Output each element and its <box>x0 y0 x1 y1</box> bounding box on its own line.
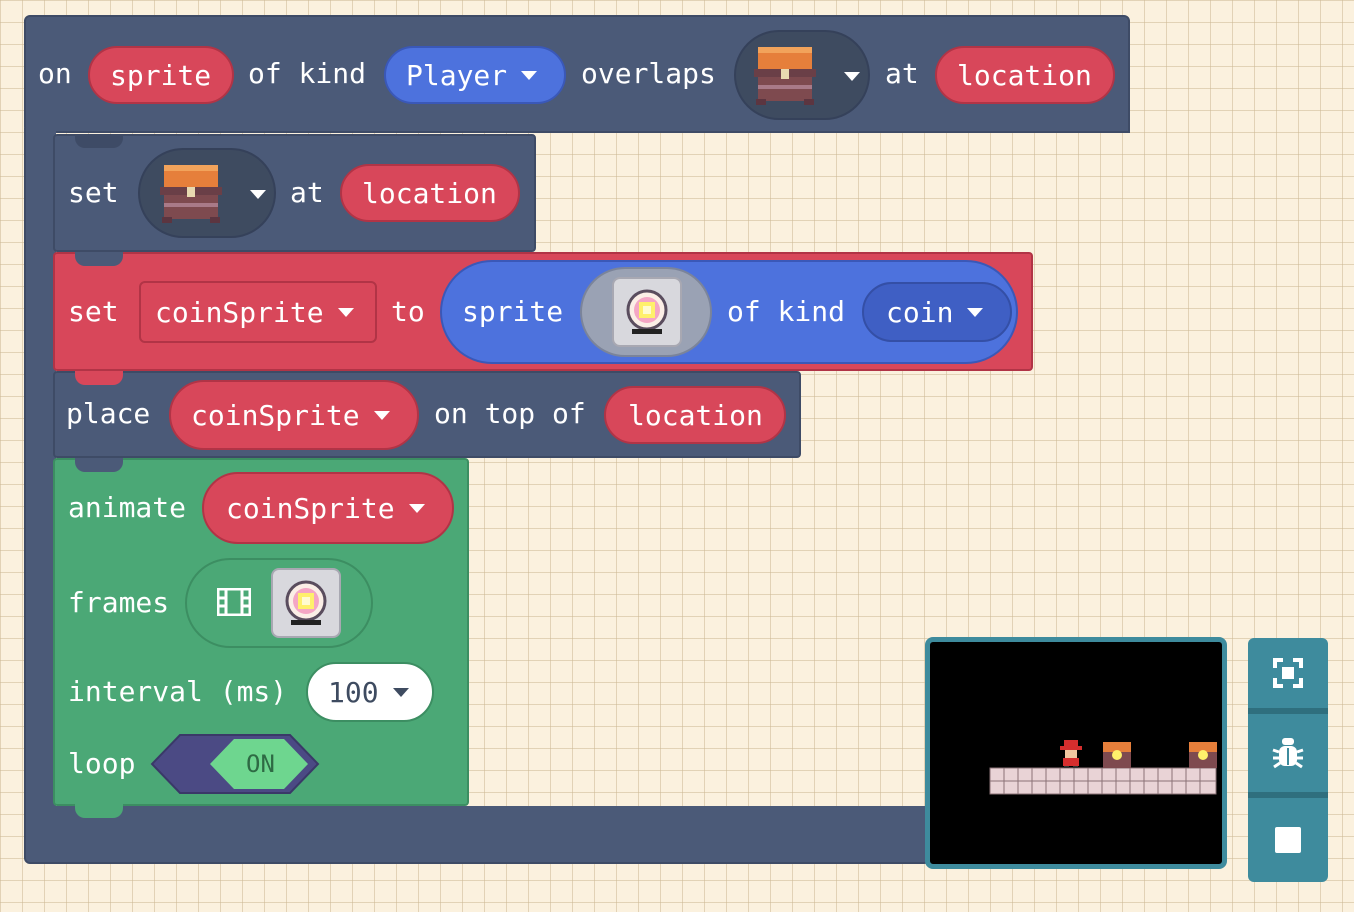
coin-icon-tile <box>271 568 341 638</box>
loop-label: loop <box>68 747 136 780</box>
game-simulator[interactable] <box>925 637 1227 869</box>
image-picker[interactable] <box>580 267 712 357</box>
set-variable-notch <box>75 252 123 266</box>
film-icon <box>217 588 251 616</box>
sprite-param[interactable]: sprite <box>88 46 234 104</box>
loop-toggle[interactable] <box>150 733 320 795</box>
stop-icon <box>1275 827 1301 853</box>
kind-dropdown[interactable]: Player <box>384 46 566 104</box>
tile-picker[interactable] <box>138 148 276 238</box>
chevron-down-icon <box>373 410 390 420</box>
event-block-side <box>24 128 56 828</box>
interval-label: interval (ms) <box>68 675 288 708</box>
variable-dropdown-value: coinSprite <box>226 491 395 525</box>
animate-notch <box>75 458 123 472</box>
on-top-of-label: on top of <box>434 397 586 430</box>
variable-dropdown[interactable]: coinSprite <box>139 281 377 343</box>
coin-icon-tile <box>612 277 682 347</box>
kind-dropdown-value: Player <box>406 58 508 92</box>
coin-icon <box>626 289 668 334</box>
of-kind-label: of kind <box>248 57 367 90</box>
variable-dropdown-value: coinSprite <box>155 295 324 329</box>
set-tile-notch <box>75 134 123 148</box>
chevron-down-icon <box>521 70 538 80</box>
game-scene <box>989 740 1217 795</box>
stop-button[interactable] <box>1248 798 1328 882</box>
variable-dropdown-value: coinSprite <box>191 398 360 432</box>
loop-toggle-label: ON <box>246 750 275 778</box>
frames-picker[interactable] <box>185 558 373 648</box>
location-param[interactable]: location <box>604 386 786 444</box>
treasure-chest-icon <box>160 165 222 223</box>
place-notch <box>75 371 123 385</box>
animate-bottom-notch <box>75 804 123 818</box>
at-label: at <box>885 57 919 90</box>
fullscreen-button[interactable] <box>1248 638 1328 714</box>
on-label: on <box>38 57 72 90</box>
set-label: set <box>68 295 119 328</box>
variable-dropdown[interactable]: coinSprite <box>202 472 454 544</box>
place-label: place <box>66 397 151 430</box>
chevron-down-icon <box>967 307 984 317</box>
fullscreen-icon <box>1273 658 1303 688</box>
location-param[interactable]: location <box>340 164 520 222</box>
at-label: at <box>290 176 324 209</box>
debug-bug-icon <box>1272 738 1304 769</box>
chevron-down-icon <box>844 72 860 81</box>
frames-label: frames <box>68 586 170 619</box>
location-param-label: location <box>957 58 1092 92</box>
variable-dropdown[interactable]: coinSprite <box>169 380 419 450</box>
location-param[interactable]: location <box>935 46 1115 104</box>
sprite-label: sprite <box>462 295 564 328</box>
sprite-param-label: sprite <box>110 58 212 92</box>
interval-value: 100 <box>328 675 379 709</box>
kind-dropdown[interactable]: coin <box>862 282 1012 342</box>
event-block-footer <box>24 806 930 864</box>
treasure-chest-icon <box>754 47 816 105</box>
chevron-down-icon <box>408 503 425 513</box>
chevron-down-icon <box>337 307 354 317</box>
tile-picker[interactable] <box>734 30 870 120</box>
overlaps-label: overlaps <box>581 57 716 90</box>
coin-icon <box>285 580 327 625</box>
chevron-down-icon <box>250 190 266 199</box>
player-sprite <box>1060 740 1082 768</box>
location-param-label: location <box>628 398 763 432</box>
chest-sprite <box>1189 742 1217 768</box>
chest-sprite <box>1103 742 1131 768</box>
chevron-down-icon <box>392 687 409 697</box>
of-kind-label: of kind <box>727 295 846 328</box>
location-param-label: location <box>362 176 497 210</box>
animate-label: animate <box>68 491 187 524</box>
interval-dropdown[interactable]: 100 <box>306 662 434 722</box>
debug-button[interactable] <box>1248 714 1328 798</box>
set-label: set <box>68 176 119 209</box>
to-label: to <box>391 295 425 328</box>
kind-dropdown-value: coin <box>886 295 954 329</box>
